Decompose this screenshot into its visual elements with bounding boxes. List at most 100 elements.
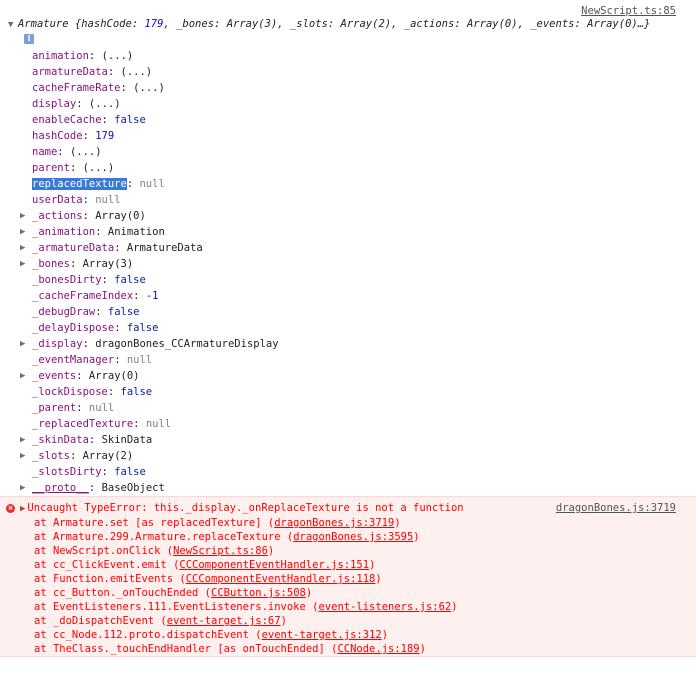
property-row[interactable]: cacheFrameRate: (...) xyxy=(20,80,279,96)
property-row: _slotsDirty: false xyxy=(20,464,279,480)
property-row[interactable]: ▶ _slots: Array(2) xyxy=(20,448,279,464)
stack-frame-link[interactable]: CCButton.js:508 xyxy=(211,587,306,599)
stack-frame-close: ) xyxy=(280,615,287,627)
stack-frame-close: ) xyxy=(419,643,426,655)
property-row: _delayDispose: false xyxy=(20,320,279,336)
property-name: parent xyxy=(32,162,70,174)
property-row[interactable]: ▶ __proto__: BaseObject xyxy=(20,480,279,496)
property-value[interactable]: (...) xyxy=(133,82,165,94)
property-separator: : xyxy=(114,322,127,334)
stack-frame-close: ) xyxy=(451,601,458,613)
summary-part: _events: Array(0) xyxy=(530,18,638,30)
summary-value: Array(2) xyxy=(340,18,392,30)
error-source-link[interactable]: dragonBones.js:3719 xyxy=(556,502,676,514)
property-row[interactable]: animation: (...) xyxy=(20,48,279,64)
summary-key: hashCode xyxy=(81,18,132,30)
property-row: enableCache: false xyxy=(20,112,279,128)
property-value[interactable]: (...) xyxy=(70,146,102,158)
summary-key: _events xyxy=(530,18,575,30)
stack-frame: at EventListeners.111.EventListeners.inv… xyxy=(34,600,458,614)
stack-frame-function: at _doDispatchEvent ( xyxy=(34,615,167,627)
stack-frame-link[interactable]: CCComponentEventHandler.js:118 xyxy=(186,573,376,585)
property-row[interactable]: name: (...) xyxy=(20,144,279,160)
stack-frame-link[interactable]: NewScript.ts:86 xyxy=(173,545,268,557)
stack-frame-link[interactable]: event-listeners.js:62 xyxy=(318,601,451,613)
property-name: _skinData xyxy=(32,434,89,446)
property-value: 179 xyxy=(95,130,115,142)
property-name: name xyxy=(32,146,58,158)
property-value: false xyxy=(114,274,146,286)
property-row[interactable]: ▶ _skinData: SkinData xyxy=(20,432,279,448)
property-value[interactable]: (...) xyxy=(102,50,134,62)
expand-triangle-icon[interactable]: ▶ xyxy=(20,448,30,464)
stack-frame-link[interactable]: CCNode.js:189 xyxy=(337,643,419,655)
stack-frame-function: at TheClass._touchEndHandler [as onTouch… xyxy=(34,643,338,655)
property-value: false xyxy=(107,306,140,318)
property-row[interactable]: display: (...) xyxy=(20,96,279,112)
stack-frame-link[interactable]: dragonBones.js:3719 xyxy=(274,517,394,529)
property-value: SkinData xyxy=(101,434,153,446)
expand-triangle-icon[interactable]: ▶ xyxy=(20,336,30,352)
stack-frame: at Armature.set [as replacedTexture] (dr… xyxy=(34,516,458,530)
property-row[interactable]: parent: (...) xyxy=(20,160,279,176)
property-row[interactable]: ▶ _armatureData: ArmatureData xyxy=(20,240,279,256)
property-separator: : xyxy=(133,290,146,302)
property-row[interactable]: ▶ _events: Array(0) xyxy=(20,368,279,384)
object-open-brace: { xyxy=(68,18,82,30)
property-separator: : xyxy=(57,146,70,158)
property-separator: : xyxy=(107,66,121,78)
stack-frame: at cc_Button._onTouchEnded (CCButton.js:… xyxy=(34,586,458,600)
stack-frame: at NewScript.onClick (NewScript.ts:86) xyxy=(34,544,458,558)
info-icon[interactable]: i xyxy=(24,34,34,44)
property-name: _display xyxy=(32,338,83,350)
object-summary-row[interactable]: ▼ Armature {hashCode: 179, _bones: Array(… xyxy=(8,18,650,30)
object-summary-tail: …} xyxy=(637,18,651,30)
property-separator: : xyxy=(82,130,96,142)
stack-frame-link[interactable]: event-target.js:312 xyxy=(262,629,382,641)
property-name: _animation xyxy=(32,226,96,238)
stack-frame-function: at NewScript.onClick ( xyxy=(34,545,174,557)
property-row[interactable]: ▶ _display: dragonBones_CCArmatureDisplay xyxy=(20,336,279,352)
stack-frame-link[interactable]: event-target.js:67 xyxy=(167,615,281,627)
expand-triangle-icon[interactable]: ▶ xyxy=(20,480,30,496)
property-row[interactable]: ▶ _bones: Array(3) xyxy=(20,256,279,272)
object-class-name: Armature xyxy=(18,18,69,30)
expand-triangle-icon[interactable]: ▶ xyxy=(20,368,30,384)
stack-frame-link[interactable]: CCComponentEventHandler.js:151 xyxy=(179,559,369,571)
property-row: _parent: null xyxy=(20,400,279,416)
stack-frame: at cc_Node.112.proto.dispatchEvent (even… xyxy=(34,628,458,642)
log-source-link[interactable]: NewScript.ts:85 xyxy=(581,5,676,17)
expand-triangle-icon[interactable]: ▶ xyxy=(20,256,30,272)
property-row[interactable]: ▶ _animation: Animation xyxy=(20,224,279,240)
property-separator: : xyxy=(69,162,83,174)
property-value[interactable]: (...) xyxy=(83,162,115,174)
stack-frame: at cc_ClickEvent.emit (CCComponentEventH… xyxy=(34,558,458,572)
property-name: _actions xyxy=(32,210,83,222)
property-value[interactable]: (...) xyxy=(89,98,121,110)
error-header[interactable]: ▶ Uncaught TypeError: this._display._onRe… xyxy=(10,502,464,514)
stack-frame: at TheClass._touchEndHandler [as onTouch… xyxy=(34,642,458,656)
collapse-triangle-icon[interactable]: ▼ xyxy=(8,20,18,30)
property-row[interactable]: armatureData: (...) xyxy=(20,64,279,80)
property-row[interactable]: ▶ _actions: Array(0) xyxy=(20,208,279,224)
property-row: _debugDraw: false xyxy=(20,304,279,320)
stack-frame-link[interactable]: dragonBones.js:3595 xyxy=(293,531,413,543)
expand-triangle-icon[interactable]: ▶ xyxy=(20,504,25,514)
property-value: -1 xyxy=(145,290,159,302)
property-separator: : xyxy=(101,114,115,126)
expand-triangle-icon[interactable]: ▶ xyxy=(20,224,30,240)
expand-triangle-icon[interactable]: ▶ xyxy=(20,208,30,224)
stack-frame-close: ) xyxy=(267,545,275,557)
property-value: Array(0) xyxy=(95,210,146,222)
stack-frame-close: ) xyxy=(381,629,389,641)
expand-triangle-icon[interactable]: ▶ xyxy=(20,432,30,448)
property-value: BaseObject xyxy=(101,482,165,494)
property-separator: : xyxy=(95,306,108,318)
property-value: null xyxy=(95,194,121,206)
expand-triangle-icon[interactable]: ▶ xyxy=(20,240,30,256)
property-name: _slotsDirty xyxy=(32,466,102,478)
property-row: replacedTexture: null xyxy=(20,176,279,192)
property-value[interactable]: (...) xyxy=(121,66,153,78)
stack-frame: at Armature.299.Armature.replaceTexture … xyxy=(34,530,458,544)
summary-part: hashCode: 179, xyxy=(81,18,177,30)
